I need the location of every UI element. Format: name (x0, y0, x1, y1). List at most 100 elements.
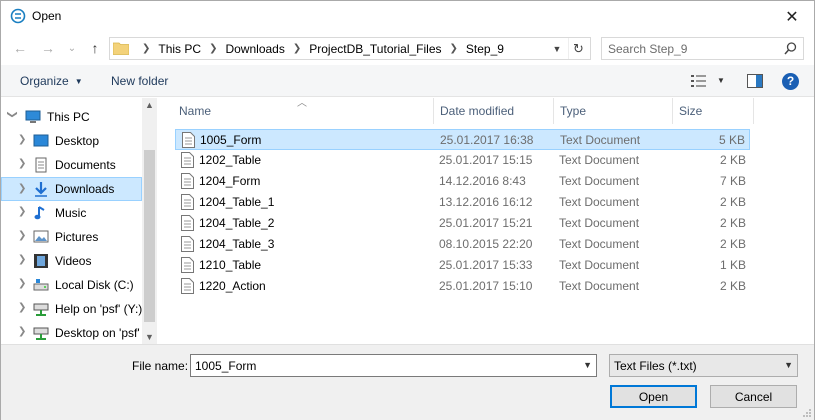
cancel-button[interactable]: Cancel (710, 385, 797, 408)
column-header-date-modified[interactable]: Date modified (434, 98, 554, 124)
sidebar-label: Music (55, 206, 87, 220)
file-row[interactable]: 1204_Table_3 08.10.2015 22:20 Text Docum… (175, 234, 750, 255)
file-type: Text Document (559, 174, 640, 188)
forward-button[interactable]: → (37, 37, 59, 59)
chevron-right-icon[interactable]: ❯ (18, 183, 26, 194)
chevron-right-icon[interactable]: ❯ (18, 278, 26, 289)
file-name: 1210_Table (199, 258, 262, 272)
window-title: Open (32, 9, 62, 23)
breadcrumb-separator[interactable]: ❯ (450, 43, 458, 54)
sidebar-item-local-disk[interactable]: ❯ Local Disk (C:) (1, 273, 142, 297)
chevron-right-icon[interactable]: ❯ (18, 134, 26, 145)
sidebar-item-desktop-on-psf[interactable]: ❯ Desktop on 'psf' (1, 321, 142, 344)
file-size: 7 KB (719, 174, 746, 188)
file-date: 25.01.2017 15:33 (439, 258, 533, 272)
address-bar[interactable]: ❯ This PC ❯ Downloads ❯ ProjectDB_Tutori… (109, 37, 591, 60)
scroll-up-icon[interactable]: ▲ (145, 100, 154, 110)
breadcrumb-this-pc[interactable]: This PC (158, 42, 201, 56)
file-date: 08.10.2015 22:20 (439, 237, 533, 251)
sidebar-item-downloads[interactable]: ❯ Downloads (1, 177, 142, 201)
file-type-select[interactable]: Text Files (*.txt) ▼ (609, 354, 798, 377)
up-button[interactable]: ↑ (84, 37, 106, 59)
chevron-right-icon[interactable]: ❯ (18, 158, 26, 169)
chevron-down-icon[interactable]: ▼ (583, 360, 592, 370)
preview-pane-icon[interactable] (747, 74, 763, 88)
file-row[interactable]: 1005_Form 25.01.2017 16:38 Text Document… (175, 129, 750, 150)
file-row[interactable]: 1204_Table_2 25.01.2017 15:21 Text Docum… (175, 213, 750, 234)
file-name-combo[interactable]: ▼ (190, 354, 597, 377)
disk-icon (33, 279, 49, 291)
close-icon: ✕ (785, 8, 799, 26)
chevron-expanded-icon[interactable]: ❯ (7, 110, 18, 118)
sidebar-item-desktop[interactable]: ❯ Desktop (1, 129, 142, 153)
sidebar-item-pictures[interactable]: ❯ Pictures (1, 225, 142, 249)
sidebar-item-videos[interactable]: ❯ Videos (1, 249, 142, 273)
column-header-name[interactable]: Name (173, 98, 434, 124)
file-row[interactable]: 1202_Table 25.01.2017 15:15 Text Documen… (175, 150, 750, 171)
file-row[interactable]: 1204_Form 14.12.2016 8:43 Text Document … (175, 171, 750, 192)
downloads-icon (35, 182, 47, 197)
file-row[interactable]: 1204_Table_1 13.12.2016 16:12 Text Docum… (175, 192, 750, 213)
column-header-type[interactable]: Type (554, 98, 673, 124)
file-size: 2 KB (719, 195, 746, 209)
new-folder-button[interactable]: New folder (111, 74, 168, 88)
breadcrumb-step-9[interactable]: Step_9 (466, 42, 504, 56)
column-headers: ︿ Name Date modified Type Size (161, 98, 814, 124)
sidebar-label: Pictures (55, 230, 99, 244)
network-drive-icon (33, 303, 49, 316)
resize-grip-icon[interactable] (802, 408, 812, 418)
help-icon[interactable]: ? (782, 73, 799, 90)
chevron-right-icon[interactable]: ❯ (18, 254, 26, 265)
documents-icon (35, 157, 47, 173)
file-row[interactable]: 1220_Action 25.01.2017 15:10 Text Docume… (175, 276, 750, 297)
back-button[interactable]: ← (9, 37, 31, 59)
sidebar-item-help-on-psf[interactable]: ❯ Help on 'psf' (Y:) (1, 297, 142, 321)
chevron-right-icon[interactable]: ❯ (18, 326, 26, 337)
view-details-icon[interactable] (691, 74, 707, 88)
close-button[interactable]: ✕ (770, 1, 814, 32)
sidebar-item-documents[interactable]: ❯ Documents (1, 153, 142, 177)
sidebar-label: Help on 'psf' (Y:) (55, 302, 143, 316)
sidebar-label: Downloads (55, 182, 115, 196)
file-name-input[interactable] (195, 358, 565, 373)
text-file-icon (181, 215, 194, 231)
sidebar-label: Local Disk (C:) (55, 278, 134, 292)
navigation-scrollbar[interactable]: ▲ ▼ (142, 98, 157, 344)
file-list: ︿ Name Date modified Type Size 1005_Form… (161, 98, 814, 344)
file-date: 25.01.2017 15:15 (439, 153, 533, 167)
sidebar-item-this-pc[interactable]: ❯ This PC (1, 105, 142, 129)
recent-locations-button[interactable]: ⌄ (61, 37, 83, 59)
dialog-footer: File name: ▼ Text Files (*.txt) ▼ Open C… (1, 344, 814, 420)
open-button[interactable]: Open (610, 385, 697, 408)
organize-button[interactable]: Organize ▼ (20, 74, 83, 88)
scroll-down-icon[interactable]: ▼ (145, 332, 154, 342)
chevron-right-icon[interactable]: ❯ (18, 230, 26, 241)
address-dropdown-button[interactable]: ▼ (548, 38, 566, 59)
file-date: 14.12.2016 8:43 (439, 174, 526, 188)
music-icon (34, 206, 45, 220)
file-name: 1202_Table (199, 153, 262, 167)
sidebar-label: Desktop on 'psf' (55, 326, 140, 340)
videos-icon (34, 254, 48, 268)
scrollbar-thumb[interactable] (144, 150, 155, 322)
chevron-right-icon[interactable]: ❯ (18, 302, 26, 313)
forward-arrow-icon: → (41, 40, 55, 56)
file-date: 25.01.2017 16:38 (440, 133, 534, 147)
breadcrumb-separator[interactable]: ❯ (293, 43, 301, 54)
view-options-caret-icon[interactable]: ▼ (717, 76, 725, 85)
computer-icon (25, 110, 41, 123)
chevron-right-icon[interactable]: ❯ (18, 206, 26, 217)
column-header-size[interactable]: Size (673, 98, 754, 124)
search-box[interactable] (601, 37, 804, 60)
sidebar-item-music[interactable]: ❯ Music (1, 201, 142, 225)
breadcrumb-project-folder[interactable]: ProjectDB_Tutorial_Files (309, 42, 441, 56)
breadcrumb-separator[interactable]: ❯ (209, 43, 217, 54)
file-size: 2 KB (719, 237, 746, 251)
refresh-button[interactable]: ↻ (568, 38, 588, 59)
sidebar-label: Documents (55, 158, 116, 172)
sidebar-label: Videos (55, 254, 92, 268)
breadcrumb-downloads[interactable]: Downloads (225, 42, 284, 56)
desktop-icon (33, 134, 49, 147)
search-input[interactable] (608, 41, 778, 56)
file-row[interactable]: 1210_Table 25.01.2017 15:33 Text Documen… (175, 255, 750, 276)
